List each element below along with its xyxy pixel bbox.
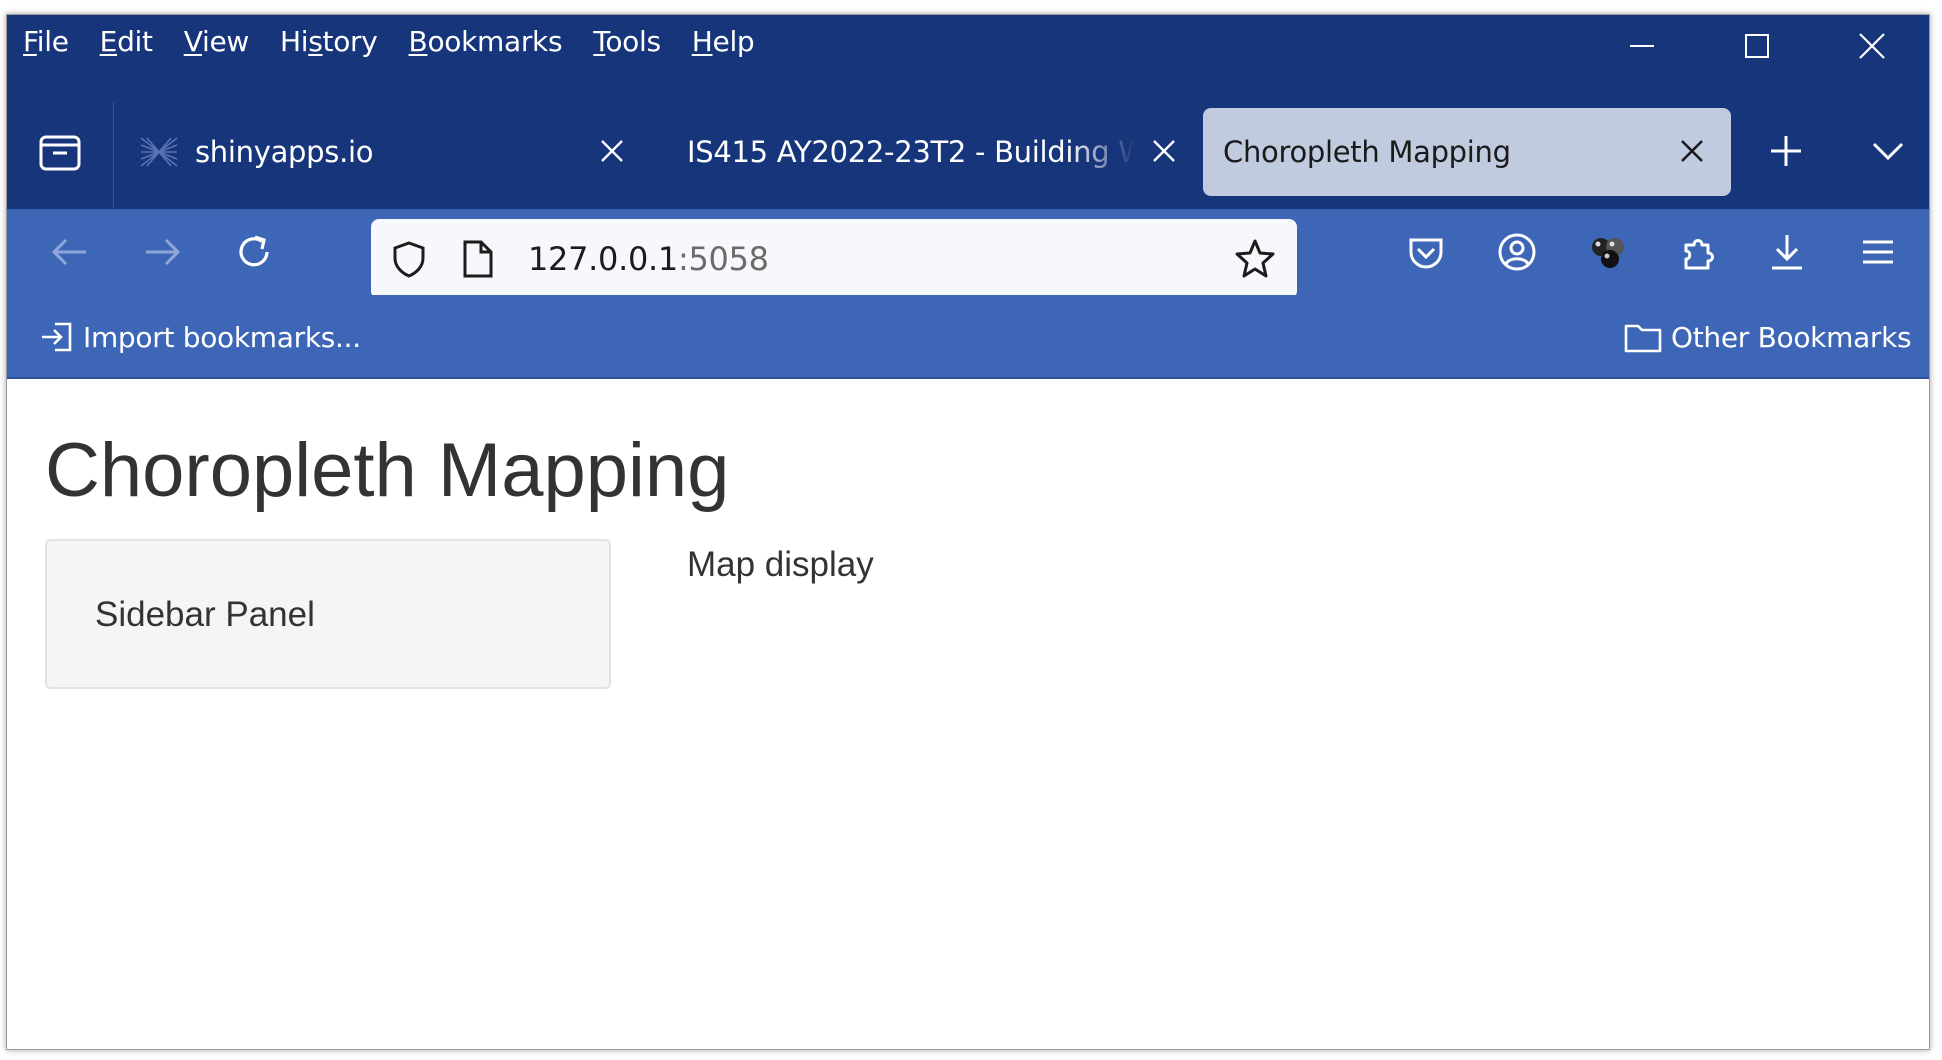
close-icon bbox=[1153, 140, 1175, 162]
account-icon bbox=[1498, 233, 1536, 271]
maximize-icon bbox=[1744, 34, 1769, 58]
reload-button[interactable] bbox=[221, 219, 287, 285]
tab-title: IS415 AY2022-23T2 - Building Web bbox=[687, 135, 1135, 169]
pocket-button[interactable] bbox=[1393, 219, 1459, 285]
pocket-icon bbox=[1409, 238, 1443, 269]
extension-balls-icon bbox=[1592, 238, 1624, 268]
hamburger-menu-icon bbox=[1863, 240, 1893, 264]
tab-is415[interactable]: IS415 AY2022-23T2 - Building Web bbox=[673, 108, 1183, 196]
sidebar-panel: Sidebar Panel bbox=[45, 539, 611, 689]
map-display-label: Map display bbox=[687, 545, 874, 584]
menu-view[interactable]: View bbox=[184, 21, 250, 63]
chevron-down-icon bbox=[1872, 142, 1904, 161]
tab-choropleth-mapping[interactable]: Choropleth Mapping bbox=[1203, 108, 1731, 196]
reload-icon bbox=[239, 235, 269, 267]
page-title: Choropleth Mapping bbox=[45, 428, 730, 513]
back-button[interactable] bbox=[37, 219, 103, 285]
firefox-view-button[interactable] bbox=[7, 96, 113, 209]
browser-window: File Edit View History Bookmarks Tools H… bbox=[6, 14, 1930, 1050]
tab-close-button[interactable] bbox=[1145, 132, 1183, 170]
minimize-button[interactable] bbox=[1584, 15, 1699, 77]
tab-close-button[interactable] bbox=[1673, 132, 1711, 170]
close-icon bbox=[1858, 33, 1885, 59]
import-icon bbox=[42, 322, 72, 352]
extension-balls-button[interactable] bbox=[1575, 219, 1641, 285]
firefox-view-icon bbox=[39, 135, 81, 170]
menu-tools[interactable]: Tools bbox=[593, 21, 661, 63]
new-tab-button[interactable] bbox=[1751, 116, 1821, 186]
tab-title: shinyapps.io bbox=[195, 135, 374, 169]
import-bookmarks-label: Import bookmarks... bbox=[83, 320, 361, 354]
navigation-toolbar: 127.0.0.1:5058 bbox=[7, 209, 1929, 299]
arrow-left-icon bbox=[51, 238, 86, 266]
close-icon bbox=[1681, 140, 1703, 162]
close-window-button[interactable] bbox=[1814, 15, 1929, 77]
close-icon bbox=[601, 140, 623, 162]
plus-icon bbox=[1771, 136, 1801, 166]
downloads-button[interactable] bbox=[1754, 219, 1820, 285]
url-bar[interactable]: 127.0.0.1:5058 bbox=[371, 219, 1297, 299]
account-button[interactable] bbox=[1484, 219, 1550, 285]
menu-file[interactable]: File bbox=[23, 21, 69, 63]
app-menu-button[interactable] bbox=[1845, 219, 1911, 285]
menu-history[interactable]: History bbox=[280, 21, 378, 63]
menu-edit[interactable]: Edit bbox=[100, 21, 153, 63]
tab-shinyapps[interactable]: shinyapps.io bbox=[123, 108, 643, 196]
menu-help[interactable]: Help bbox=[692, 21, 755, 63]
other-bookmarks-button[interactable]: Other Bookmarks bbox=[1623, 315, 1912, 359]
shield-icon[interactable] bbox=[389, 239, 429, 279]
bookmarks-toolbar: Import bookmarks... Other Bookmarks bbox=[7, 295, 1929, 379]
puzzle-piece-icon bbox=[1684, 239, 1714, 270]
window-controls bbox=[1584, 15, 1929, 77]
menu-bookmarks[interactable]: Bookmarks bbox=[409, 21, 563, 63]
tab-close-button[interactable] bbox=[593, 132, 631, 170]
maximize-button[interactable] bbox=[1699, 15, 1814, 77]
url-text[interactable]: 127.0.0.1:5058 bbox=[528, 239, 769, 279]
import-bookmarks-button[interactable]: Import bookmarks... bbox=[39, 315, 361, 359]
sidebar-panel-label: Sidebar Panel bbox=[95, 595, 315, 634]
tab-divider bbox=[113, 102, 114, 208]
other-bookmarks-label: Other Bookmarks bbox=[1671, 320, 1912, 354]
page-content: Choropleth Mapping Sidebar Panel Map dis… bbox=[7, 381, 1929, 1049]
title-bar: File Edit View History Bookmarks Tools H… bbox=[7, 15, 1929, 96]
folder-icon bbox=[1624, 324, 1662, 353]
extensions-button[interactable] bbox=[1666, 219, 1732, 285]
forward-button[interactable] bbox=[129, 219, 195, 285]
tab-title: Choropleth Mapping bbox=[1223, 135, 1511, 169]
menu-bar: File Edit View History Bookmarks Tools H… bbox=[23, 21, 785, 63]
list-all-tabs-button[interactable] bbox=[1853, 116, 1923, 186]
minimize-icon bbox=[1629, 45, 1654, 47]
arrow-right-icon bbox=[146, 238, 181, 266]
bookmark-star-icon[interactable] bbox=[1233, 237, 1277, 281]
shinyapps-logo-icon bbox=[140, 137, 178, 167]
tab-strip: shinyapps.io IS415 AY2022-23T2 - Buildin… bbox=[7, 96, 1929, 209]
page-icon[interactable] bbox=[459, 239, 495, 279]
download-icon bbox=[1772, 235, 1802, 270]
